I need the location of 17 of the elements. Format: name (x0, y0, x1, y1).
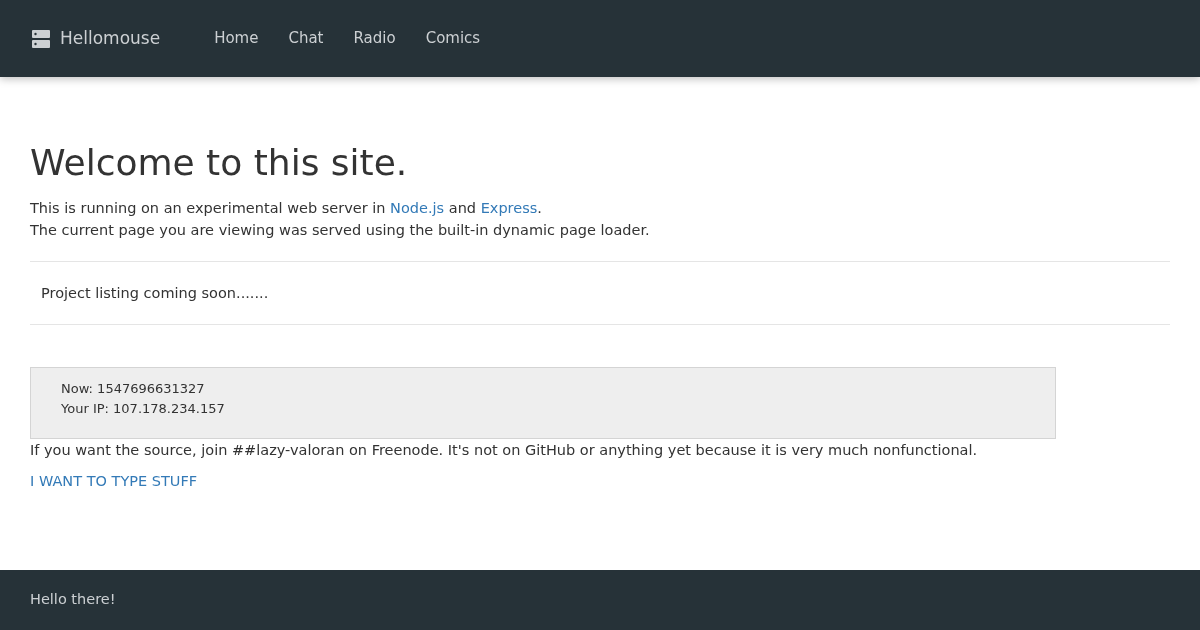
intro-text: This is running on an experimental web server in Node.js and Express. (30, 199, 543, 218)
text-link[interactable]: Express (480, 200, 538, 216)
brand-link[interactable]: Hellomouse (32, 25, 161, 52)
project-listing-text: Project listing coming soon....... (41, 284, 270, 303)
nav-link[interactable]: Chat (288, 27, 324, 50)
info-line: Now: 1547696631327 (61, 380, 205, 398)
intro-text: The current page you are viewing was served using the built-in dynamic page loader. (30, 221, 651, 240)
nav-link[interactable]: Radio (353, 27, 396, 50)
nav-link[interactable]: Comics (425, 27, 481, 50)
nav-link[interactable]: Home (214, 27, 259, 50)
text-link[interactable]: Node.js (390, 200, 445, 216)
footer-text: Hello there! (30, 590, 116, 610)
page-heading: Welcome to this site. (30, 141, 409, 185)
type-stuff-link[interactable]: I WANT TO TYPE STUFF (30, 471, 198, 493)
info-line: Your IP: 107.178.234.157 (61, 400, 225, 418)
server-icon (32, 29, 50, 48)
source-note: If you want the source, join ##lazy-valoran on Freenode. It's not on GitHub or anything yet because it is very much nonfunctional. (30, 441, 979, 460)
